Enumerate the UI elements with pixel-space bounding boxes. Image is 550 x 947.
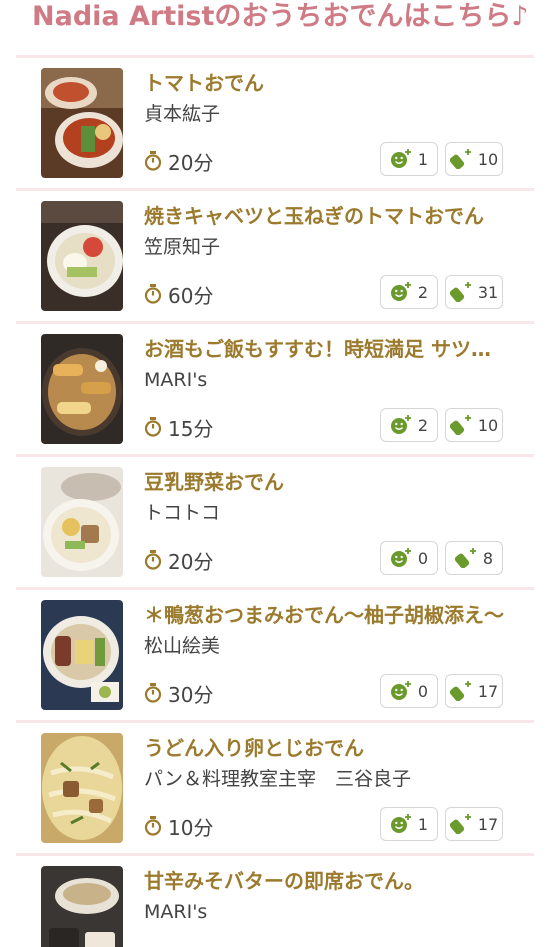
- like-count: 0: [417, 548, 429, 568]
- recipe-title[interactable]: うどん入り卵とじおでん: [144, 735, 504, 761]
- clip-count: 10: [477, 149, 499, 169]
- clip-count: 17: [477, 814, 499, 834]
- recipe-thumbnail[interactable]: [41, 467, 123, 577]
- cooking-time: 20分: [144, 546, 213, 574]
- recipe-thumbnail[interactable]: [41, 201, 123, 311]
- clip-plus-icon: [449, 149, 472, 169]
- recipe-title[interactable]: ＊鴨葱おつまみおでん〜柚子胡椒添え〜: [144, 602, 504, 628]
- recipe-title[interactable]: お酒もご飯もすすむ！時短満足 サツマイモおでん: [144, 336, 504, 362]
- like-count: 1: [417, 149, 429, 169]
- clip-count: 10: [477, 415, 499, 435]
- smile-plus-icon: [390, 548, 412, 568]
- timer-icon: [144, 683, 162, 703]
- like-count: 2: [417, 415, 429, 435]
- like-button[interactable]: 0: [380, 674, 438, 708]
- cooking-time-value: 20分: [168, 150, 214, 175]
- recipe-card[interactable]: お酒もご飯もすすむ！時短満足 サツマイモおでん MARI's 15分 2 10: [16, 324, 534, 457]
- clip-plus-icon: [449, 814, 472, 834]
- cooking-time: 10分: [144, 812, 213, 840]
- smile-plus-icon: [390, 282, 412, 302]
- recipe-author[interactable]: 松山絵美: [144, 633, 504, 659]
- recipe-author[interactable]: MARI's: [144, 367, 504, 393]
- clip-button[interactable]: 31: [445, 275, 503, 309]
- recipe-card[interactable]: 甘辛みそバターの即席おでん。 MARI's: [16, 856, 534, 947]
- recipe-title[interactable]: 甘辛みそバターの即席おでん。: [144, 868, 504, 894]
- recipe-list: トマトおでん 貞本紘子 20分 1 10 焼きキャベツと玉ねぎのトマトおでん 笠…: [16, 58, 534, 947]
- recipe-title[interactable]: 焼きキャベツと玉ねぎのトマトおでん: [144, 203, 504, 229]
- timer-icon: [144, 816, 162, 836]
- timer-icon: [144, 417, 162, 437]
- timer-icon: [144, 284, 162, 304]
- like-button[interactable]: 1: [380, 807, 438, 841]
- clip-plus-icon: [449, 681, 472, 701]
- recipe-thumbnail[interactable]: [41, 68, 123, 178]
- clip-button[interactable]: 17: [445, 807, 503, 841]
- cooking-time-value: 60分: [168, 283, 214, 308]
- clip-button[interactable]: 10: [445, 408, 503, 442]
- clip-button[interactable]: 17: [445, 674, 503, 708]
- recipe-card[interactable]: 焼きキャベツと玉ねぎのトマトおでん 笠原知子 60分 2 31: [16, 191, 534, 324]
- recipe-card[interactable]: トマトおでん 貞本紘子 20分 1 10: [16, 58, 534, 191]
- clip-plus-icon: [449, 415, 472, 435]
- recipe-author[interactable]: MARI's: [144, 899, 504, 925]
- recipe-card[interactable]: ＊鴨葱おつまみおでん〜柚子胡椒添え〜 松山絵美 30分 0 17: [16, 590, 534, 723]
- recipe-thumbnail[interactable]: [41, 334, 123, 444]
- cooking-time-value: 30分: [168, 682, 214, 707]
- smile-plus-icon: [390, 415, 412, 435]
- like-count: 0: [417, 681, 429, 701]
- recipe-thumbnail[interactable]: [41, 866, 123, 947]
- smile-plus-icon: [390, 814, 412, 834]
- like-button[interactable]: 2: [380, 275, 438, 309]
- clip-count: 31: [477, 282, 499, 302]
- recipe-thumbnail[interactable]: [41, 600, 123, 710]
- cooking-time: 30分: [144, 679, 213, 707]
- recipe-title[interactable]: 豆乳野菜おでん: [144, 469, 504, 495]
- section-title: Nadia Artistのおうちおでんはこちら♪: [32, 1, 529, 32]
- recipe-thumbnail[interactable]: [41, 733, 123, 843]
- recipe-card[interactable]: うどん入り卵とじおでん パン＆料理教室主宰 三谷良子 10分 1 17: [16, 723, 534, 856]
- clip-plus-icon: [449, 282, 472, 302]
- like-button[interactable]: 0: [380, 541, 438, 575]
- clip-count: 8: [482, 548, 494, 568]
- smile-plus-icon: [390, 681, 412, 701]
- recipe-author[interactable]: トコトコ: [144, 500, 504, 526]
- cooking-time: 20分: [144, 147, 213, 175]
- cooking-time: 60分: [144, 280, 213, 308]
- recipe-card[interactable]: 豆乳野菜おでん トコトコ 20分 0 8: [16, 457, 534, 590]
- like-count: 1: [417, 814, 429, 834]
- timer-icon: [144, 550, 162, 570]
- like-button[interactable]: 1: [380, 142, 438, 176]
- like-button[interactable]: 2: [380, 408, 438, 442]
- smile-plus-icon: [390, 149, 412, 169]
- clip-plus-icon: [454, 548, 477, 568]
- like-count: 2: [417, 282, 429, 302]
- cooking-time-value: 15分: [168, 416, 214, 441]
- timer-icon: [144, 151, 162, 171]
- cooking-time: 15分: [144, 413, 213, 441]
- recipe-author[interactable]: 笠原知子: [144, 234, 504, 260]
- cooking-time-value: 20分: [168, 549, 214, 574]
- recipe-title[interactable]: トマトおでん: [144, 70, 504, 96]
- recipe-author[interactable]: パン＆料理教室主宰 三谷良子: [144, 766, 504, 792]
- recipe-author[interactable]: 貞本紘子: [144, 101, 504, 127]
- clip-count: 17: [477, 681, 499, 701]
- cooking-time-value: 10分: [168, 815, 214, 840]
- clip-button[interactable]: 8: [445, 541, 503, 575]
- clip-button[interactable]: 10: [445, 142, 503, 176]
